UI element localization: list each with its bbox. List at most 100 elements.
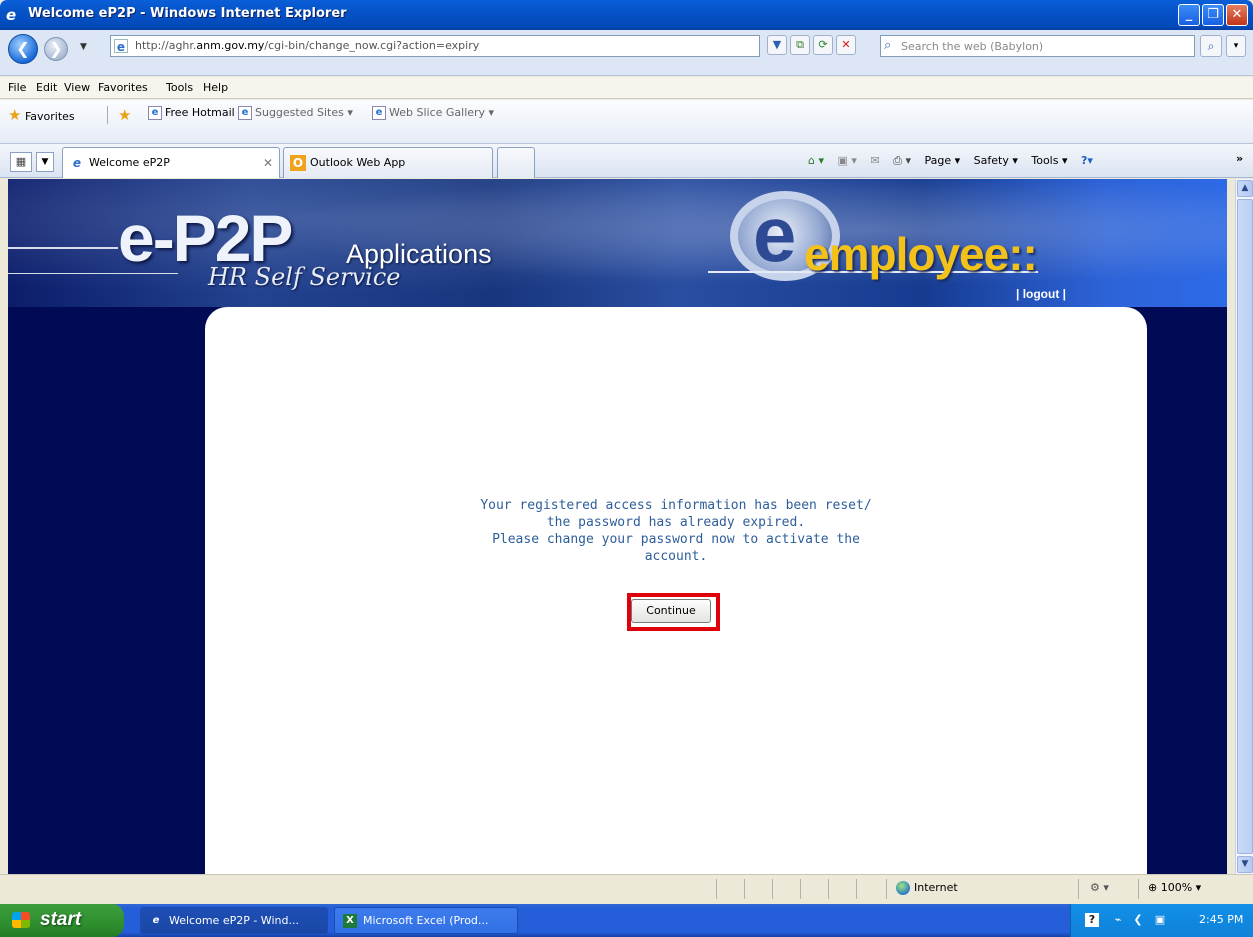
add-to-favorites-button[interactable]: ★ <box>118 106 131 124</box>
window-title-bar[interactable]: e Welcome eP2P - Windows Internet Explor… <box>0 0 1253 30</box>
menu-help[interactable]: Help <box>203 81 228 94</box>
compatibility-view-icon[interactable]: ⧉ <box>790 35 810 55</box>
menu-favorites[interactable]: Favorites <box>98 81 148 94</box>
favorites-bar: ★ Favorites ★ e Free Hotmail e Suggested S… <box>0 100 1253 144</box>
page-icon: e <box>114 39 128 54</box>
search-icon: ⌕ <box>884 38 892 53</box>
maximize-button[interactable]: ❐ <box>1202 4 1224 26</box>
divider <box>1138 879 1139 899</box>
scroll-thumb[interactable] <box>1237 199 1253 854</box>
zone-label: Internet <box>914 881 958 894</box>
status-bar: Internet ⚙ ▾ ⊕ 100% ▾ <box>0 874 1253 904</box>
window-title: Welcome eP2P - Windows Internet Explorer <box>28 6 347 21</box>
forward-button[interactable]: ❯ <box>44 37 68 61</box>
taskbar-item-ie[interactable]: e Welcome eP2P - Wind... <box>140 907 328 934</box>
ie-icon: e <box>238 106 252 120</box>
tab-welcome-ep2p[interactable]: e Welcome eP2P ✕ <box>62 147 280 178</box>
message-line: account. <box>644 549 708 564</box>
fav-suggested-sites[interactable]: e Suggested Sites ▾ <box>238 106 353 120</box>
fav-web-slice-gallery-label: Web Slice Gallery ▾ <box>389 106 495 119</box>
address-bar[interactable]: e http://aghr.anm.gov.my/cgi-bin/change_… <box>110 35 760 57</box>
security-zone[interactable]: Internet <box>896 881 958 895</box>
safety-menu[interactable]: Safety ▾ <box>974 154 1018 167</box>
help-icon[interactable]: ?▾ <box>1081 154 1093 167</box>
divider <box>772 879 773 899</box>
quick-tabs-icon[interactable]: ▦ <box>10 152 32 172</box>
toolbar-overflow-icon[interactable]: » <box>1236 152 1243 165</box>
ie-icon: e <box>372 106 386 120</box>
search-input[interactable]: ⌕ Search the web (Babylon) <box>880 35 1195 57</box>
fav-free-hotmail[interactable]: e Free Hotmail <box>148 106 235 120</box>
url-prefix: http://aghr. <box>135 39 197 52</box>
ie-icon: e <box>148 106 162 120</box>
print-icon[interactable]: ⎙ ▾ <box>893 154 911 168</box>
menu-view[interactable]: View <box>64 81 90 94</box>
divider <box>716 879 717 899</box>
favorites-label: Favorites <box>24 110 75 123</box>
connection-tray-icon[interactable]: ▣ <box>1153 913 1167 927</box>
expand-tray-icon[interactable]: ❮ <box>1131 913 1145 927</box>
add-favorite-icon: ★ <box>118 106 132 124</box>
tab-list-dropdown-icon[interactable]: ▼ <box>36 152 54 172</box>
page-content: e-P2P Applications HR Self Service e emp… <box>8 179 1227 874</box>
message-line: Your registered access information has b… <box>480 498 872 513</box>
refresh-icon[interactable]: ⟳ <box>813 35 833 55</box>
divider <box>828 879 829 899</box>
favorites-button[interactable]: ★ Favorites <box>8 106 75 124</box>
message-line: the password has already expired. <box>546 515 806 530</box>
continue-button[interactable]: Continue <box>631 599 711 623</box>
address-dropdown-icon[interactable]: ▼ <box>767 35 787 55</box>
scroll-up-icon[interactable]: ▲ <box>1237 180 1253 197</box>
home-icon[interactable]: ⌂ ▾ <box>808 154 824 167</box>
recent-pages-dropdown-icon[interactable]: ▼ <box>80 42 92 52</box>
tab-outlook-web-app[interactable]: O Outlook Web App <box>283 147 493 178</box>
logout-link[interactable]: | logout | <box>1016 287 1066 301</box>
stop-icon[interactable]: ✕ <box>836 35 856 55</box>
feeds-icon[interactable]: ▣ ▾ <box>838 154 857 167</box>
address-toolbar: ❮ ❯ ▼ e http://aghr.anm.gov.my/cgi-bin/c… <box>0 30 1253 76</box>
back-button[interactable]: ❮ <box>8 34 38 64</box>
protected-mode-icon[interactable]: ⚙ ▾ <box>1090 881 1109 894</box>
outlook-icon: O <box>290 155 306 171</box>
ie-icon: e <box>152 915 160 926</box>
minimize-button[interactable]: _ <box>1178 4 1200 26</box>
page-menu[interactable]: Page ▾ <box>924 154 960 167</box>
divider <box>800 879 801 899</box>
task-label: Microsoft Excel (Prod... <box>363 914 489 927</box>
start-label: start <box>40 909 82 930</box>
help-tray-icon[interactable]: ? <box>1085 913 1099 927</box>
menu-file[interactable]: File <box>8 81 26 94</box>
message-line: Please change your password now to activ… <box>492 532 860 547</box>
search-button[interactable]: ⌕ <box>1200 35 1222 57</box>
scroll-down-icon[interactable]: ▼ <box>1237 856 1253 873</box>
ie-icon: e <box>72 156 82 170</box>
menu-edit[interactable]: Edit <box>36 81 57 94</box>
menu-tools[interactable]: Tools <box>166 81 193 94</box>
system-tray: ? ⌁ ❮ ▣ 2:45 PM <box>1070 904 1253 937</box>
divider <box>856 879 857 899</box>
fav-web-slice-gallery[interactable]: e Web Slice Gallery ▾ <box>372 106 494 120</box>
new-tab-button[interactable] <box>497 147 535 178</box>
read-mail-icon[interactable]: ✉ <box>870 154 879 167</box>
zoom-level[interactable]: ⊕ 100% ▾ <box>1148 881 1201 894</box>
fav-suggested-sites-label: Suggested Sites ▾ <box>255 106 353 119</box>
employee-logo-e: e <box>753 190 797 278</box>
site-banner: e-P2P Applications HR Self Service e emp… <box>8 179 1227 307</box>
hr-self-service-tagline: HR Self Service <box>208 263 401 291</box>
close-tab-icon[interactable]: ✕ <box>263 156 273 170</box>
search-placeholder: Search the web (Babylon) <box>901 40 1044 53</box>
network-tray-icon[interactable]: ⌁ <box>1111 913 1125 927</box>
tab-label: Welcome eP2P <box>89 156 170 169</box>
tools-menu[interactable]: Tools ▾ <box>1031 154 1067 167</box>
taskbar-item-excel[interactable]: X Microsoft Excel (Prod... <box>334 907 518 934</box>
address-url[interactable]: http://aghr.anm.gov.my/cgi-bin/change_no… <box>135 39 479 52</box>
start-button[interactable]: start <box>0 904 124 937</box>
close-button[interactable]: ✕ <box>1226 4 1248 26</box>
excel-icon: X <box>343 914 357 928</box>
main-panel: Your registered access information has b… <box>205 307 1147 874</box>
search-options-dropdown-icon[interactable]: ▾ <box>1226 35 1246 57</box>
command-bar: ⌂ ▾ ▣ ▾ ✉ ⎙ ▾ Page ▾ Safety ▾ Tools ▾ ?▾ <box>808 154 1103 168</box>
task-label: Welcome eP2P - Wind... <box>169 914 299 927</box>
vertical-scrollbar[interactable]: ▲ ▼ <box>1235 179 1253 874</box>
fav-free-hotmail-label: Free Hotmail <box>165 106 235 119</box>
